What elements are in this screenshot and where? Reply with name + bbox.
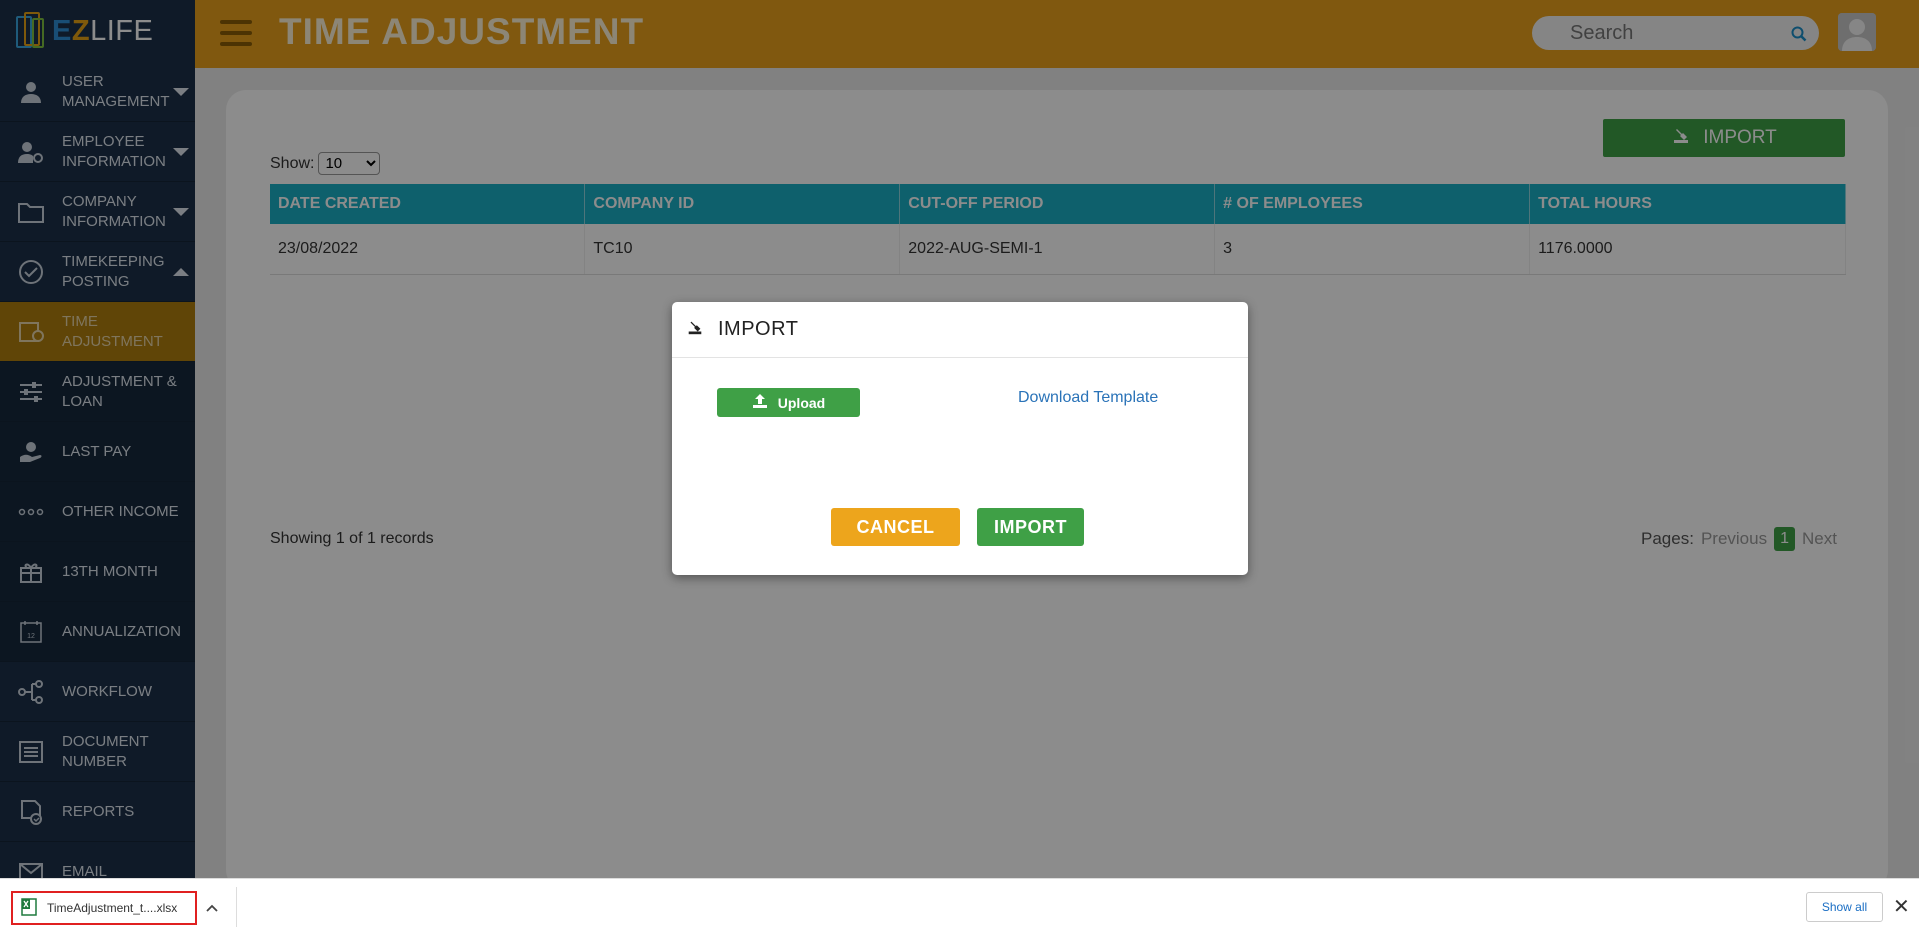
modal-title: IMPORT	[718, 318, 799, 340]
import-icon	[686, 318, 704, 342]
download-template-link[interactable]: Download Template	[1018, 389, 1158, 407]
download-file-name: TimeAdjustment_t....xlsx	[47, 901, 178, 915]
download-item[interactable]: TimeAdjustment_t....xlsx	[11, 891, 197, 925]
upload-button[interactable]: Upload	[717, 388, 860, 417]
show-all-button[interactable]: Show all	[1806, 892, 1883, 922]
excel-file-icon	[21, 897, 37, 919]
upload-button-label: Upload	[777, 394, 826, 411]
chevron-up-icon[interactable]	[206, 899, 218, 915]
download-bar: TimeAdjustment_t....xlsx Show all ✕	[0, 878, 1919, 934]
upload-icon	[752, 393, 768, 412]
modal-import-button[interactable]: IMPORT	[977, 508, 1084, 546]
cancel-button[interactable]: CANCEL	[831, 508, 960, 546]
close-icon[interactable]: ✕	[1893, 894, 1910, 919]
modal-header: IMPORT	[672, 302, 1248, 358]
divider	[236, 887, 237, 927]
import-modal: IMPORT Upload Download Template CANCEL I…	[672, 302, 1248, 575]
